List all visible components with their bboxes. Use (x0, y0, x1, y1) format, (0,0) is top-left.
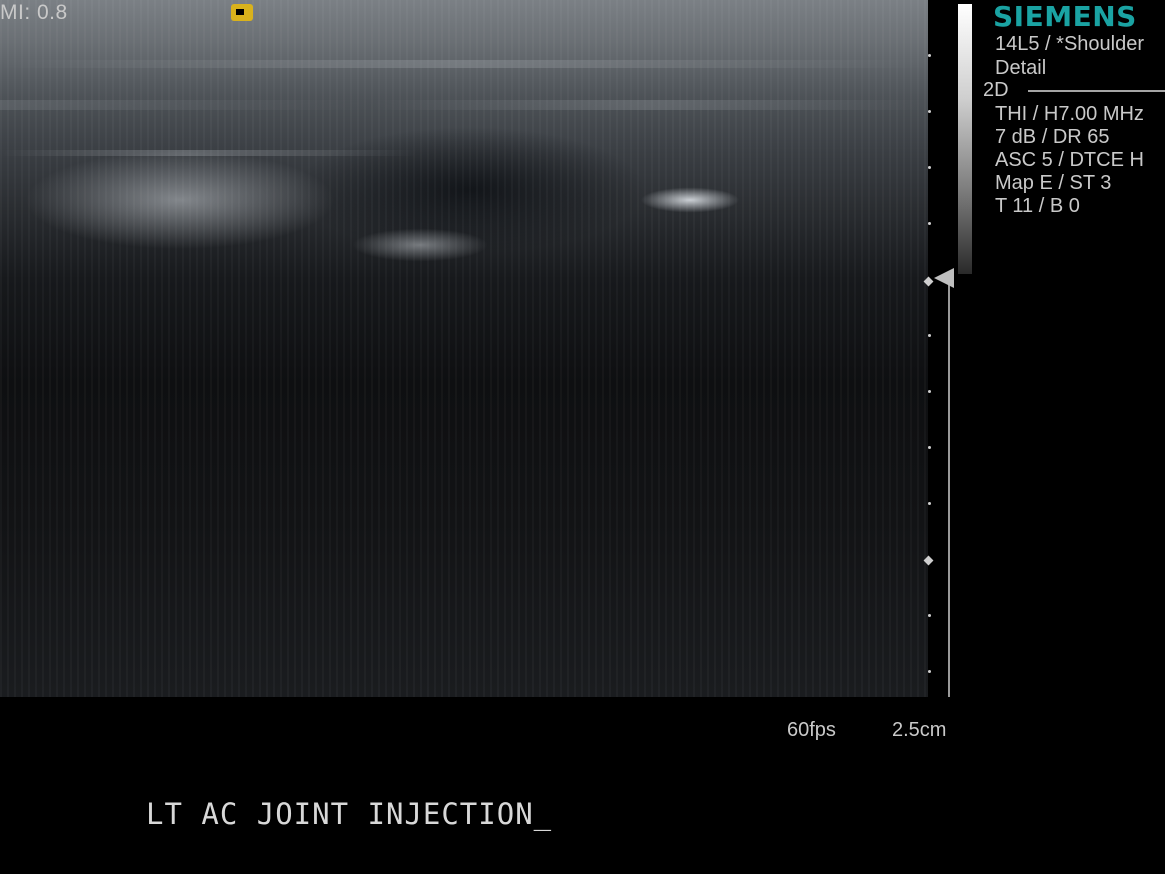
depth-tick (928, 166, 931, 169)
depth-tick (928, 446, 931, 449)
mechanical-index-label: MI: 0.8 (0, 1, 68, 24)
depth-tick (928, 502, 931, 505)
ultrasound-image (0, 0, 928, 697)
speckle-texture (0, 0, 928, 697)
probe-preset-label: 14L5 / *Shoulder (995, 33, 1145, 55)
param-line: ASC 5 / DTCE H (995, 149, 1144, 171)
param-line: THI / H7.00 MHz (995, 103, 1144, 125)
depth-tick (928, 54, 931, 57)
depth-tick (928, 614, 931, 617)
brand-logo: SIEMENS (993, 0, 1137, 33)
depth-tick (928, 390, 931, 393)
annotation-text[interactable]: LT AC JOINT INJECTION_ (146, 797, 552, 831)
transducer-orientation-icon (231, 4, 253, 21)
frame-rate-label: 60fps (787, 719, 836, 741)
imaging-mode-label: 2D (983, 79, 1009, 101)
depth-tick (928, 334, 931, 337)
param-line: T 11 / B 0 (995, 195, 1080, 217)
param-line: 7 dB / DR 65 (995, 126, 1110, 148)
depth-scale (922, 0, 962, 700)
mode-divider (1028, 90, 1165, 92)
depth-tick (928, 110, 931, 113)
depth-tick (928, 670, 931, 673)
detail-label: Detail (995, 57, 1047, 79)
depth-label: 2.5cm (892, 719, 947, 741)
depth-tick (928, 222, 931, 225)
param-line: Map E / ST 3 (995, 172, 1112, 194)
